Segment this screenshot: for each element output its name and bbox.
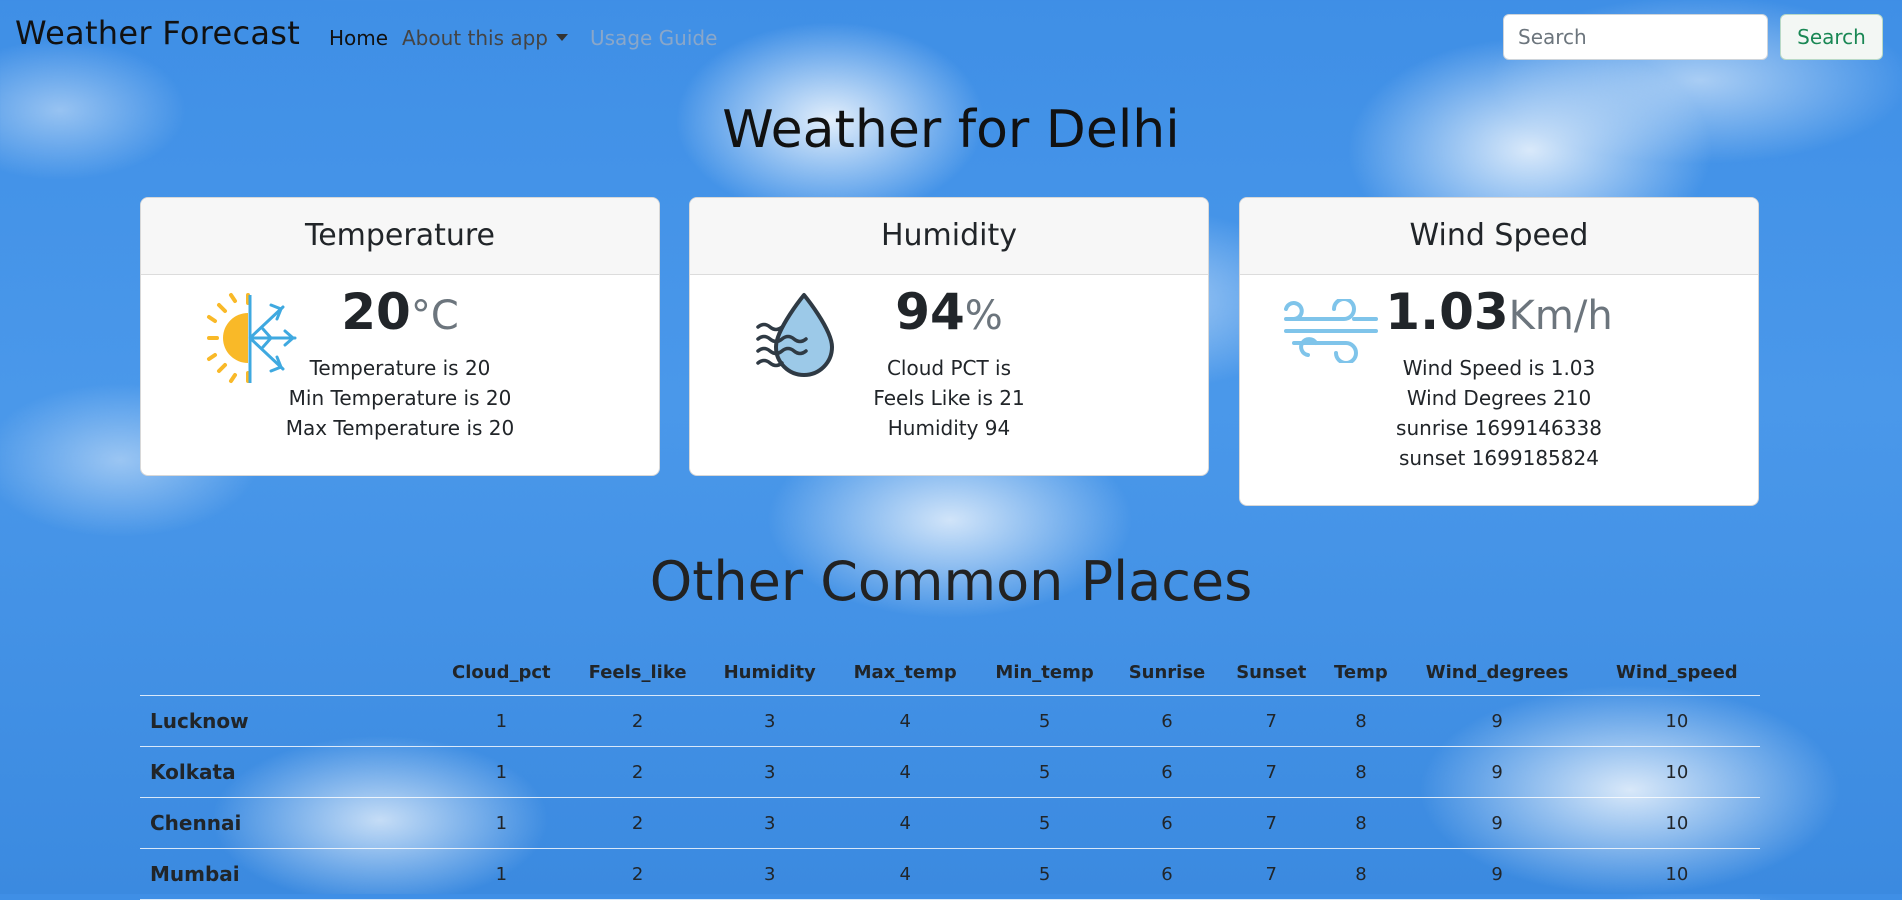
table-cell: 5 xyxy=(976,746,1113,798)
table-header-cell: Humidity xyxy=(705,650,834,696)
table-row: Chennai 1 2 3 4 5 6 7 8 9 10 xyxy=(140,797,1760,849)
table-cell: 9 xyxy=(1400,797,1594,849)
table-cell: 8 xyxy=(1321,797,1401,849)
table-cell: 1 xyxy=(433,695,570,747)
nav-usage-guide-link[interactable]: Usage Guide xyxy=(590,26,717,50)
table-cell: 3 xyxy=(705,695,834,747)
nav-about-link[interactable]: About this app xyxy=(402,26,548,50)
table-cell: 6 xyxy=(1112,797,1222,849)
section-title: Other Common Places xyxy=(649,550,1253,613)
table-header-cell: Feels_like xyxy=(569,650,706,696)
humidity-number: 94 xyxy=(895,283,965,341)
table-cell: 1 xyxy=(433,746,570,798)
table-cell: 6 xyxy=(1112,848,1222,900)
search-input[interactable] xyxy=(1503,14,1768,60)
table-row: Mumbai 1 2 3 4 5 6 7 8 9 10 xyxy=(140,848,1760,900)
table-cell: 3 xyxy=(705,797,834,849)
temperature-value: 20°C xyxy=(141,283,659,341)
city-name-cell: Kolkata xyxy=(140,746,433,798)
city-name-cell: Mumbai xyxy=(140,848,433,900)
brand-link[interactable]: Weather Forecast xyxy=(15,14,300,52)
temperature-line: Temperature is 20 xyxy=(309,356,491,380)
humidity-line: Humidity 94 xyxy=(887,416,1011,440)
city-name-cell: Chennai xyxy=(140,797,433,849)
table-header-cell: Wind_degrees xyxy=(1400,650,1594,696)
table-cell: 10 xyxy=(1593,746,1760,798)
table-cell: 4 xyxy=(833,797,977,849)
table-cell: 1 xyxy=(433,848,570,900)
table-header-cell: Wind_speed xyxy=(1593,650,1760,696)
wind-degrees-line: Wind Degrees 210 xyxy=(1406,386,1592,410)
table-header-cell: Max_temp xyxy=(833,650,977,696)
sunrise-line: sunrise 1699146338 xyxy=(1396,416,1602,440)
table-header-cell: Temp xyxy=(1321,650,1401,696)
temperature-number: 20 xyxy=(341,283,411,341)
table-cell: 7 xyxy=(1221,746,1322,798)
humidity-details: Cloud PCT is Feels Like is 21 Humidity 9… xyxy=(690,353,1208,443)
temperature-card: Temperature 20°C Temperature is 20 Min T… xyxy=(140,197,660,476)
table-cell: 7 xyxy=(1221,797,1322,849)
table-cell: 4 xyxy=(833,746,977,798)
min-temperature-line: Min Temperature is 20 xyxy=(288,386,512,410)
humidity-unit: % xyxy=(964,293,1003,339)
sunset-line: sunset 1699185824 xyxy=(1399,446,1599,470)
wind-speed-card: Wind Speed 1.03Km/h Wind Speed is 1.03 W… xyxy=(1239,197,1759,506)
table-cell: 5 xyxy=(976,848,1113,900)
table-cell: 6 xyxy=(1112,746,1222,798)
table-cell: 7 xyxy=(1221,695,1322,747)
table-cell: 10 xyxy=(1593,695,1760,747)
table-cell: 3 xyxy=(705,848,834,900)
wind-speed-value: 1.03Km/h xyxy=(1240,283,1758,341)
max-temperature-line: Max Temperature is 20 xyxy=(285,416,515,440)
table-cell: 8 xyxy=(1321,848,1401,900)
table-cell: 2 xyxy=(569,695,706,747)
wind-speed-line: Wind Speed is 1.03 xyxy=(1402,356,1596,380)
wind-speed-card-title: Wind Speed xyxy=(1240,198,1758,275)
table-cell: 6 xyxy=(1112,695,1222,747)
table-cell: 5 xyxy=(976,797,1113,849)
table-cell: 10 xyxy=(1593,797,1760,849)
table-cell: 9 xyxy=(1400,695,1594,747)
wind-speed-number: 1.03 xyxy=(1385,283,1509,341)
table-header-row: Cloud_pct Feels_like Humidity Max_temp M… xyxy=(140,650,1760,696)
table-header-cell: Cloud_pct xyxy=(433,650,570,696)
table-cell: 5 xyxy=(976,695,1113,747)
table-cell: 2 xyxy=(569,797,706,849)
table-cell: 2 xyxy=(569,746,706,798)
temperature-card-title: Temperature xyxy=(141,198,659,275)
table-cell: 10 xyxy=(1593,848,1760,900)
page-title: Weather for Delhi xyxy=(722,100,1180,160)
table-header-cell xyxy=(140,650,433,696)
table-header-cell: Min_temp xyxy=(976,650,1113,696)
temperature-unit: °C xyxy=(410,293,459,339)
table-cell: 9 xyxy=(1400,848,1594,900)
navbar: Weather Forecast Home About this app Usa… xyxy=(0,0,1902,72)
places-table: Cloud_pct Feels_like Humidity Max_temp M… xyxy=(140,650,1760,900)
humidity-value: 94% xyxy=(690,283,1208,341)
table-cell: 8 xyxy=(1321,746,1401,798)
table-cell: 9 xyxy=(1400,746,1594,798)
table-header-cell: Sunrise xyxy=(1112,650,1222,696)
wind-details: Wind Speed is 1.03 Wind Degrees 210 sunr… xyxy=(1240,353,1758,473)
temperature-details: Temperature is 20 Min Temperature is 20 … xyxy=(141,353,659,443)
feels-like-line: Feels Like is 21 xyxy=(873,386,1025,410)
table-row: Lucknow 1 2 3 4 5 6 7 8 9 10 xyxy=(140,695,1760,747)
table-cell: 1 xyxy=(433,797,570,849)
table-header-cell: Sunset xyxy=(1221,650,1322,696)
table-cell: 7 xyxy=(1221,848,1322,900)
wind-speed-unit: Km/h xyxy=(1508,293,1613,339)
nav-home-link[interactable]: Home xyxy=(329,26,388,50)
table-cell: 8 xyxy=(1321,695,1401,747)
table-cell: 4 xyxy=(833,848,977,900)
table-row: Kolkata 1 2 3 4 5 6 7 8 9 10 xyxy=(140,746,1760,798)
humidity-card: Humidity 94% Cloud PCT is Feels Like is … xyxy=(689,197,1209,476)
dropdown-caret-icon[interactable] xyxy=(556,34,568,41)
cloud-pct-line: Cloud PCT is xyxy=(886,356,1012,380)
table-cell: 3 xyxy=(705,746,834,798)
table-cell: 4 xyxy=(833,695,977,747)
city-name-cell: Lucknow xyxy=(140,695,433,747)
humidity-card-title: Humidity xyxy=(690,198,1208,275)
table-cell: 2 xyxy=(569,848,706,900)
search-button[interactable]: Search xyxy=(1780,14,1883,60)
